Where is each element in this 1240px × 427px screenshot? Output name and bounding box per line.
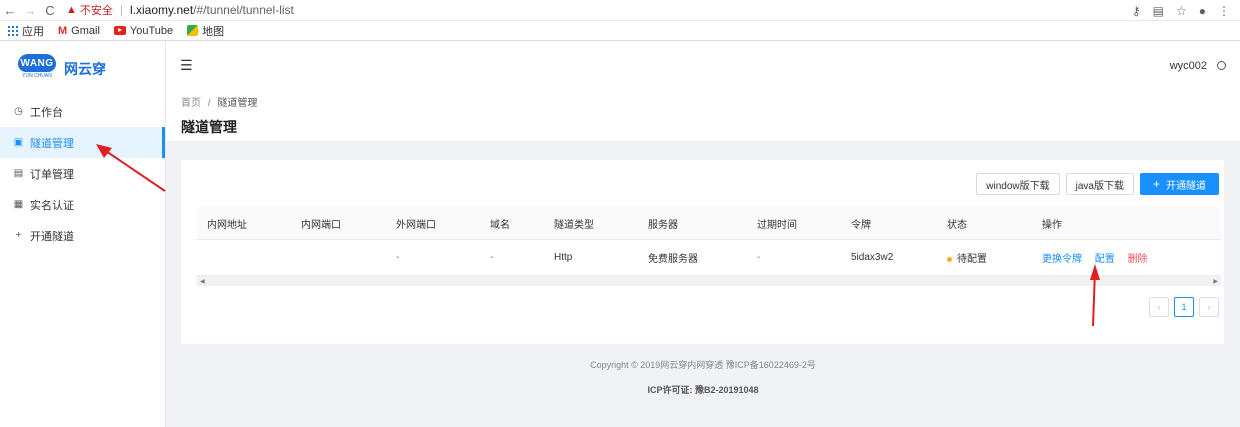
tunnel-icon: ▣ — [13, 137, 24, 148]
status-dot-icon — [947, 256, 952, 262]
table-header: 内网地址 内网端口 外网端口 域名 隧道类型 服务器 过期时间 令牌 状态 操作 — [197, 207, 1221, 240]
column-header: 域名 — [490, 219, 510, 231]
bookmark-youtube[interactable]: YouTube — [113, 25, 173, 37]
table-row: - - Http 免费服务器 - 5idax3w2 待配置 更换令牌 配置 删除 — [197, 240, 1221, 276]
browser-toolbar: ← → C ▲ 不安全 | l.xiaomy.net /#/tunnel/tun… — [0, 0, 1240, 21]
plus-icon: + — [1152, 177, 1160, 191]
tunnel-card: window版下载 java版下载 + 开通隧道 内网地址 内网端口 外网端口 … — [181, 160, 1224, 344]
menu-icon[interactable]: ⋮ — [1218, 4, 1230, 18]
sidebar-item-open-tunnel[interactable]: + 开通隧道 — [0, 220, 165, 251]
footer-copyright: Copyright © 2019网云穿内网穿透 豫ICP备16022469-2号 — [590, 360, 816, 370]
card-toolbar: window版下载 java版下载 + 开通隧道 — [976, 173, 1219, 195]
column-header: 内网端口 — [301, 219, 341, 231]
logo[interactable]: WANG YUN CHUAN 网云穿 — [0, 42, 165, 96]
sidebar-item-label: 工作台 — [30, 106, 63, 119]
maps-icon — [187, 25, 199, 36]
bookmark-maps[interactable]: 地图 — [187, 23, 224, 39]
youtube-icon — [113, 26, 126, 35]
horizontal-scrollbar[interactable]: ◀ ▶ — [197, 276, 1221, 286]
column-header: 令牌 — [851, 219, 871, 231]
open-tunnel-label: 开通隧道 — [1166, 180, 1206, 192]
breadcrumb: 首页 / 隧道管理 — [181, 98, 258, 109]
column-header: 服务器 — [648, 219, 678, 231]
next-page-button[interactable]: › — [1199, 297, 1219, 317]
star-icon[interactable]: ☆ — [1176, 4, 1187, 18]
sidebar-item-label: 隧道管理 — [30, 137, 74, 150]
cell-server: 免费服务器 — [648, 254, 698, 265]
sidebar-item-label: 订单管理 — [30, 168, 74, 181]
tunnel-table: 内网地址 内网端口 外网端口 域名 隧道类型 服务器 过期时间 令牌 状态 操作… — [197, 207, 1221, 276]
window-download-button[interactable]: window版下载 — [976, 173, 1060, 195]
sidebar-menu: ◷ 工作台 ▣ 隧道管理 ▤ 订单管理 ▦ 实名认证 + 开通隧道 — [0, 96, 165, 251]
sidebar-item-label: 开通隧道 — [30, 230, 74, 243]
language-icon[interactable] — [1217, 61, 1226, 70]
page-header: 首页 / 隧道管理 隧道管理 — [166, 89, 1240, 141]
scroll-left-icon[interactable]: ◀ — [200, 278, 205, 285]
column-header: 内网地址 — [207, 219, 247, 231]
key-icon[interactable]: ⚷ — [1132, 4, 1141, 18]
prev-page-button[interactable]: ‹ — [1149, 297, 1169, 317]
status-badge: 待配置 — [957, 254, 987, 265]
open-tunnel-button[interactable]: + 开通隧道 — [1139, 173, 1219, 195]
profile-icon[interactable]: ● — [1199, 4, 1206, 18]
cell-type: Http — [554, 252, 573, 263]
logo-title: 网云穿 — [64, 61, 106, 77]
gmail-icon: M — [58, 24, 68, 37]
security-label: 不安全 — [79, 5, 113, 17]
main-content: ☰ wyc002 首页 / 隧道管理 隧道管理 window版下载 java版下… — [166, 42, 1240, 427]
url-path: /#/tunnel/tunnel-list — [193, 3, 294, 17]
warning-icon: ▲ — [66, 4, 77, 16]
configure-link[interactable]: 配置 — [1095, 254, 1115, 265]
url-host: l.xiaomy.net — [130, 3, 194, 17]
bookmark-gmail[interactable]: M Gmail — [58, 25, 100, 37]
cell-actions: 更换令牌 配置 删除 — [1032, 250, 1212, 265]
plus-icon: + — [15, 230, 22, 241]
column-header: 过期时间 — [757, 219, 797, 231]
java-download-button[interactable]: java版下载 — [1065, 173, 1134, 195]
page-title: 隧道管理 — [181, 119, 237, 135]
cell-domain: - — [490, 252, 494, 263]
sidebar-item-workbench[interactable]: ◷ 工作台 — [0, 96, 165, 127]
translate-icon[interactable]: ▤ — [1153, 4, 1164, 18]
address-bar[interactable]: ▲ 不安全 | l.xiaomy.net /#/tunnel/tunnel-li… — [66, 2, 294, 18]
cell-status: 待配置 — [937, 250, 1032, 265]
column-header: 隧道类型 — [554, 219, 594, 231]
apps-grid-icon — [8, 25, 18, 36]
username[interactable]: wyc002 — [1170, 60, 1207, 72]
change-token-link[interactable]: 更换令牌 — [1042, 254, 1082, 265]
footer: Copyright © 2019网云穿内网穿透 豫ICP备16022469-2号… — [166, 358, 1240, 396]
cell-expire: - — [757, 252, 761, 263]
forward-button[interactable]: → — [20, 0, 40, 20]
sidebar-item-label: 实名认证 — [30, 199, 74, 212]
bookmarks-bar: 应用 M Gmail YouTube 地图 — [0, 21, 1240, 41]
sidebar-item-verification[interactable]: ▦ 实名认证 — [0, 189, 165, 220]
breadcrumb-home[interactable]: 首页 — [181, 98, 201, 109]
reload-button[interactable]: C — [40, 0, 60, 20]
column-header: 操作 — [1042, 219, 1062, 231]
sidebar-item-orders[interactable]: ▤ 订单管理 — [0, 158, 165, 189]
app: WANG YUN CHUAN 网云穿 ◷ 工作台 ▣ 隧道管理 ▤ 订单管理 ▦… — [0, 42, 1240, 427]
logo-subtitle: YUN CHUAN — [22, 73, 52, 79]
back-button[interactable]: ← — [0, 0, 20, 20]
breadcrumb-current: 隧道管理 — [217, 98, 258, 109]
scroll-right-icon[interactable]: ▶ — [1213, 278, 1218, 285]
topbar: ☰ wyc002 — [166, 42, 1240, 89]
logo-badge: WANG YUN CHUAN — [18, 54, 56, 84]
cell-token: 5idax3w2 — [851, 252, 894, 263]
clock-icon: ◷ — [14, 106, 23, 117]
order-icon: ▤ — [13, 168, 24, 179]
column-header: 外网端口 — [396, 219, 436, 231]
footer-license: ICP许可证: 豫B2-20191048 — [647, 385, 759, 395]
logo-cloud-icon: WANG — [18, 54, 56, 72]
delete-link[interactable]: 删除 — [1128, 254, 1148, 265]
pagination: ‹ 1 › — [1149, 297, 1219, 317]
menu-fold-icon[interactable]: ☰ — [180, 57, 193, 74]
sidebar-item-tunnels[interactable]: ▣ 隧道管理 — [0, 127, 165, 158]
sidebar: WANG YUN CHUAN 网云穿 ◷ 工作台 ▣ 隧道管理 ▤ 订单管理 ▦… — [0, 42, 166, 427]
bookmark-apps[interactable]: 应用 — [8, 23, 44, 39]
cell-external-port: - — [396, 252, 400, 263]
page-number[interactable]: 1 — [1174, 297, 1194, 317]
column-header: 状态 — [947, 219, 967, 231]
id-card-icon: ▦ — [13, 199, 24, 210]
